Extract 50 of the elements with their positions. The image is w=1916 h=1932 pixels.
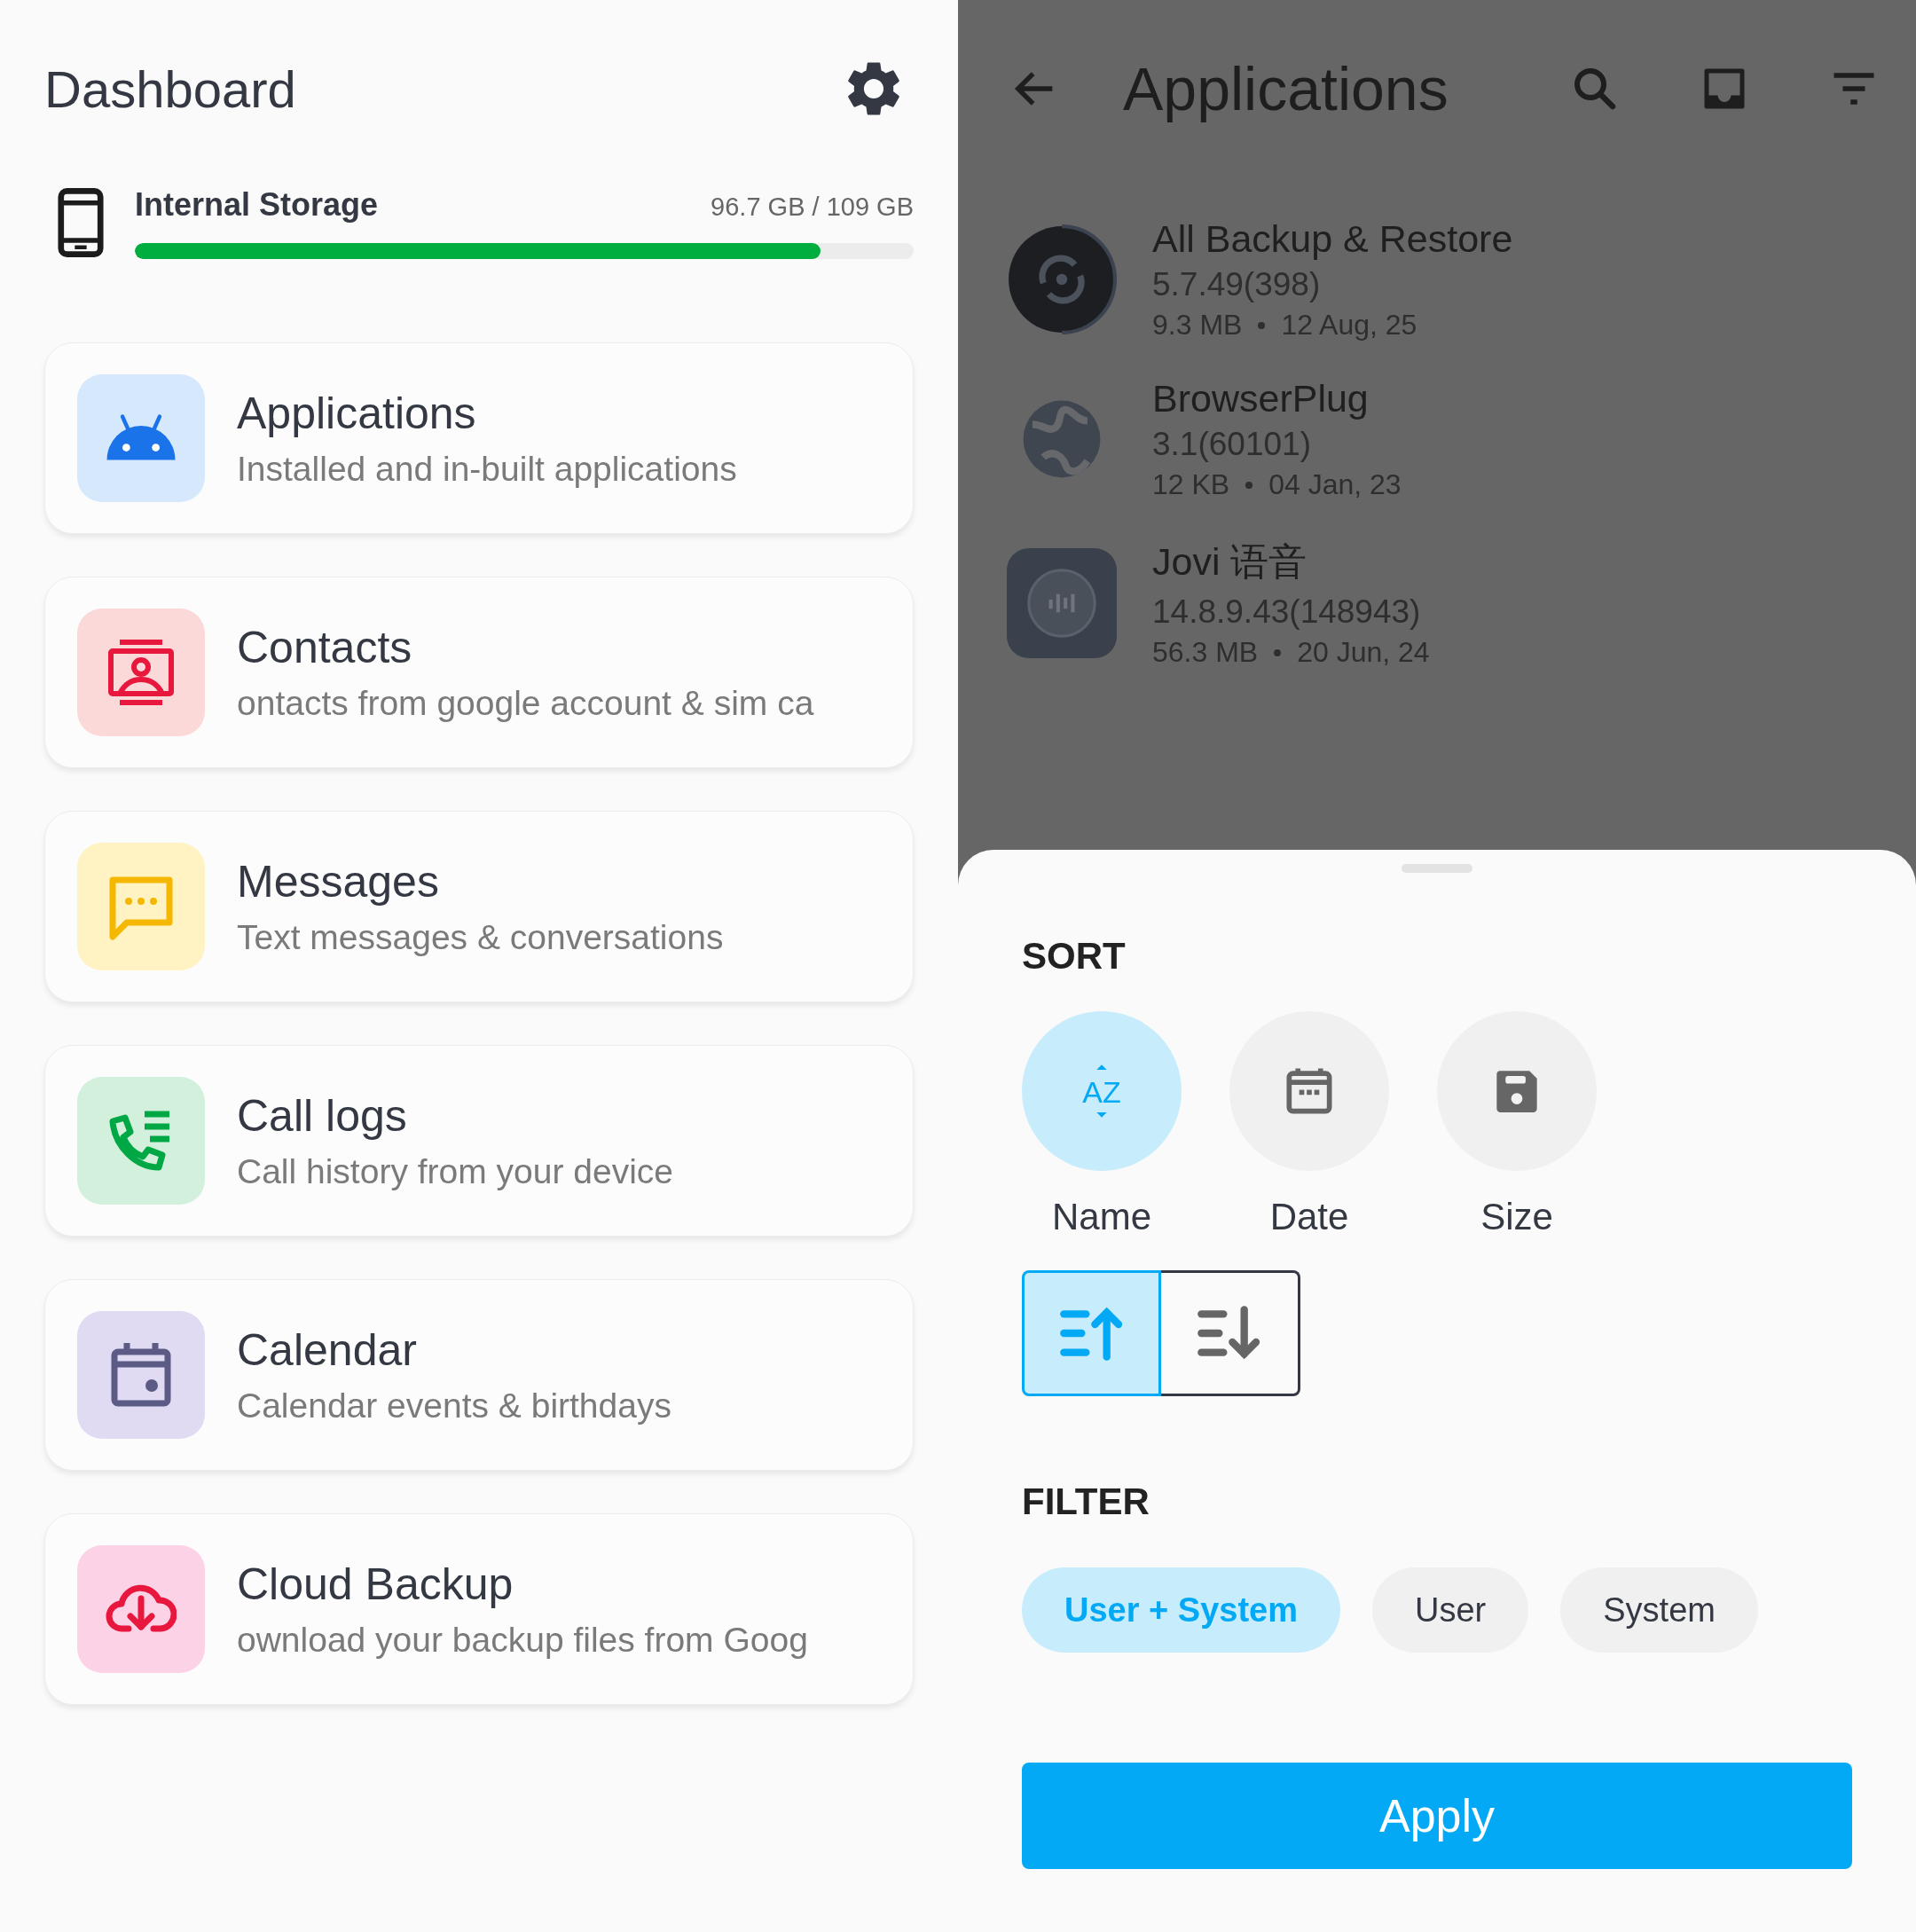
filter-chip[interactable]: System (1560, 1567, 1758, 1653)
bullet-icon (1258, 321, 1266, 329)
app-size: 56.3 MB (1152, 636, 1259, 669)
card-subtitle: Calendar events & birthdays (237, 1386, 671, 1425)
app-date: 12 Aug, 25 (1281, 309, 1417, 342)
card-title: Contacts (237, 622, 413, 673)
app-name: BrowserPlug (1152, 377, 1370, 420)
section-heading: FILTER (1022, 1480, 1150, 1523)
dashboard-card[interactable]: Cloud Backup ownload your backup files from Goog (44, 1513, 914, 1705)
dashboard-card[interactable]: Applications Installed and in-built applications (44, 342, 914, 534)
dashboard-title: Dashboard (44, 59, 296, 119)
card-title: Cloud Backup (237, 1559, 514, 1610)
card-subtitle: ontacts from google account & sim ca (237, 684, 814, 723)
dashboard-card[interactable]: Messages Text messages & conversations (44, 811, 914, 1002)
sort-order-toggle[interactable] (1161, 1270, 1300, 1396)
app-name: Jovi 语音 (1152, 539, 1308, 585)
card-title: Messages (237, 856, 440, 907)
card-title: Applications (237, 388, 477, 439)
card-subtitle: ownload your backup files from Goog (237, 1621, 808, 1660)
storage-label: Internal Storage (135, 186, 379, 224)
app-size: 9.3 MB (1152, 309, 1243, 342)
card-subtitle: Call history from your device (237, 1152, 673, 1191)
sync-app-icon (1007, 224, 1117, 334)
bullet-icon (1274, 648, 1282, 656)
dashboard-card[interactable]: Call logs Call history from your device (44, 1045, 914, 1237)
storage-usage: 96.7 GB / 109 GB (711, 192, 914, 222)
app-version: 3.1(60101) (1152, 426, 1312, 463)
sort-option-label: Name (1051, 1196, 1151, 1238)
sort-option-label: Date (1269, 1196, 1349, 1238)
app-version: 5.7.49(398) (1152, 266, 1322, 303)
app-name: All Backup & Restore (1152, 217, 1513, 261)
dashboard-card[interactable]: Contacts ontacts from google account & sim ca (44, 577, 914, 768)
card-title: Call logs (237, 1090, 408, 1142)
contact-card-icon (106, 637, 177, 708)
card-subtitle: Text messages & conversations (237, 918, 724, 957)
sort-order-toggle[interactable] (1022, 1270, 1161, 1396)
screen-title: Applications (1123, 54, 1449, 123)
app-date: 20 Jun, 24 (1297, 636, 1430, 669)
app-date: 04 Jan, 23 (1268, 468, 1402, 501)
bullet-icon (1245, 481, 1253, 489)
dashboard-card[interactable]: Calendar Calendar events & birthdays (44, 1279, 914, 1471)
filter-chip[interactable]: User (1372, 1567, 1529, 1653)
phone-icon (57, 187, 105, 258)
voice-app-icon (1007, 547, 1117, 658)
app-version: 14.8.9.43(148943) (1152, 593, 1422, 631)
sort-option-label: Size (1480, 1196, 1553, 1238)
card-subtitle: Installed and in-built applications (237, 450, 737, 489)
section-heading: SORT (1022, 935, 1127, 978)
app-size: 12 KB (1152, 468, 1230, 501)
card-title: Calendar (237, 1324, 418, 1376)
